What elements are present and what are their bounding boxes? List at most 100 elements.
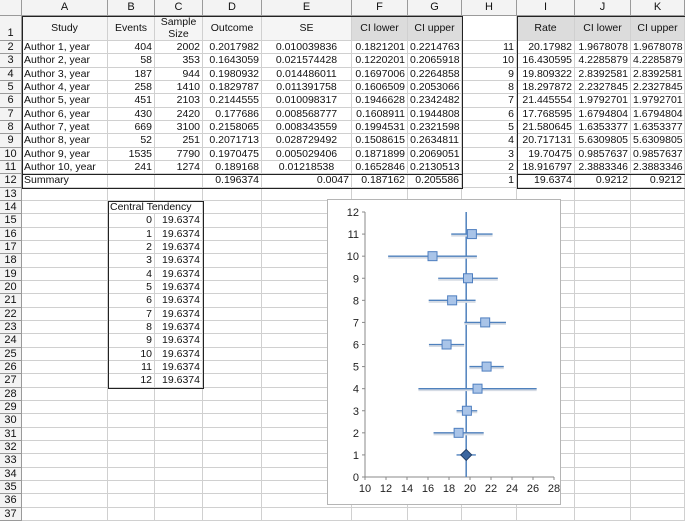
- cell-k9[interactable]: 5.6309805: [631, 134, 685, 148]
- cell-k32[interactable]: [631, 440, 685, 455]
- cell-k14[interactable]: [631, 200, 685, 215]
- cell-i12[interactable]: 19.6374: [517, 174, 575, 188]
- cell-h10[interactable]: 3: [462, 147, 517, 161]
- cell-f10[interactable]: 0.1871899: [352, 147, 408, 161]
- cell-b28[interactable]: [108, 387, 155, 401]
- cell-f9[interactable]: 0.1508615: [352, 134, 408, 148]
- cell-j35[interactable]: [575, 480, 631, 495]
- row-header-11[interactable]: 11: [0, 160, 22, 175]
- cell-j7[interactable]: 1.6794804: [575, 107, 631, 121]
- cell-k3[interactable]: 4.2285879: [631, 54, 685, 68]
- cell-c5[interactable]: 1410: [155, 80, 203, 95]
- cell-a27[interactable]: [22, 374, 108, 388]
- cell-g6[interactable]: 0.2342482: [408, 94, 462, 108]
- header-f[interactable]: CI lower: [352, 16, 408, 41]
- row-header-17[interactable]: 17: [0, 240, 22, 255]
- cell-e3[interactable]: 0.021574428: [262, 54, 352, 68]
- cell-j5[interactable]: 2.2327845: [575, 80, 631, 95]
- row-header-16[interactable]: 16: [0, 227, 22, 241]
- cell-d4[interactable]: 0.1980932: [203, 67, 262, 81]
- cell-h5[interactable]: 8: [462, 80, 517, 95]
- cell-e7[interactable]: 0.008568777: [262, 107, 352, 121]
- cell-k10[interactable]: 0.9857637: [631, 147, 685, 161]
- cell-f7[interactable]: 0.1608911: [352, 107, 408, 121]
- cell-a35[interactable]: [22, 480, 108, 495]
- cell-k33[interactable]: [631, 454, 685, 468]
- cell-a36[interactable]: [22, 494, 108, 508]
- row-header-24[interactable]: 24: [0, 334, 22, 348]
- cell-a16[interactable]: [22, 227, 108, 241]
- central-tendency-label[interactable]: Central Tendency: [108, 201, 192, 215]
- cell-j18[interactable]: [575, 254, 631, 268]
- header-a[interactable]: Study: [22, 16, 108, 41]
- cell-k20[interactable]: [631, 280, 685, 295]
- cell-e5[interactable]: 0.011391758: [262, 80, 352, 95]
- forest-plot-chart[interactable]: 0 1 2 3 4 5 6 7 8 9 10 11 12 10 12 14 16 18 20 22 24 26 28: [327, 199, 561, 505]
- header-e[interactable]: SE: [262, 16, 352, 41]
- cell-i5[interactable]: 18.297872: [517, 80, 575, 95]
- column-header-e[interactable]: E: [262, 0, 352, 16]
- header-d[interactable]: Outcome: [203, 16, 262, 41]
- header-k[interactable]: CI upper: [631, 16, 685, 41]
- cell-k37[interactable]: [631, 507, 685, 521]
- cell-a30[interactable]: [22, 414, 108, 428]
- row-header-8[interactable]: 8: [0, 120, 22, 135]
- cell-k8[interactable]: 1.6353377: [631, 120, 685, 135]
- cell-d22[interactable]: [203, 307, 262, 321]
- cell-f6[interactable]: 0.1946628: [352, 94, 408, 108]
- cell-c13[interactable]: [155, 187, 203, 201]
- header-j[interactable]: CI lower: [575, 16, 631, 41]
- central-tendency-y[interactable]: 5: [108, 280, 155, 295]
- central-tendency-y[interactable]: 3: [108, 254, 155, 268]
- central-tendency-x[interactable]: 19.6374: [155, 267, 203, 281]
- central-tendency-y[interactable]: 8: [108, 320, 155, 335]
- cell-d33[interactable]: [203, 454, 262, 468]
- cell-k25[interactable]: [631, 347, 685, 361]
- row-header-37[interactable]: 37: [0, 507, 22, 521]
- cell-k24[interactable]: [631, 334, 685, 348]
- cell-j22[interactable]: [575, 307, 631, 321]
- cell-i10[interactable]: 19.70475: [517, 147, 575, 161]
- row-header-27[interactable]: 27: [0, 374, 22, 388]
- cell-d26[interactable]: [203, 360, 262, 375]
- cell-h6[interactable]: 7: [462, 94, 517, 108]
- cell-g8[interactable]: 0.2321598: [408, 120, 462, 135]
- cell-k27[interactable]: [631, 374, 685, 388]
- central-tendency-x[interactable]: 19.6374: [155, 214, 203, 228]
- row-header-34[interactable]: 34: [0, 467, 22, 481]
- cell-h8[interactable]: 5: [462, 120, 517, 135]
- cell-g4[interactable]: 0.2264858: [408, 67, 462, 81]
- cell-d23[interactable]: [203, 320, 262, 335]
- cell-b8[interactable]: 669: [108, 120, 155, 135]
- header-i[interactable]: Rate: [517, 16, 575, 41]
- cell-k34[interactable]: [631, 467, 685, 481]
- cell-b3[interactable]: 58: [108, 54, 155, 68]
- cell-i3[interactable]: 16.430595: [517, 54, 575, 68]
- cell-i6[interactable]: 21.445554: [517, 94, 575, 108]
- cell-d9[interactable]: 0.2071713: [203, 134, 262, 148]
- cell-j6[interactable]: 1.9792701: [575, 94, 631, 108]
- cell-g9[interactable]: 0.2634811: [408, 134, 462, 148]
- row-header-10[interactable]: 10: [0, 147, 22, 161]
- cell-b11[interactable]: 241: [108, 160, 155, 175]
- row-header-19[interactable]: 19: [0, 267, 22, 281]
- row-header-6[interactable]: 6: [0, 94, 22, 108]
- central-tendency-y[interactable]: 11: [108, 360, 155, 375]
- cell-e9[interactable]: 0.028729492: [262, 134, 352, 148]
- central-tendency-y[interactable]: 10: [108, 347, 155, 361]
- cell-a34[interactable]: [22, 467, 108, 481]
- cell-c31[interactable]: [155, 427, 203, 441]
- central-tendency-x[interactable]: 19.6374: [155, 347, 203, 361]
- cell-j34[interactable]: [575, 467, 631, 481]
- header-h[interactable]: [462, 16, 517, 41]
- cell-i11[interactable]: 18.916797: [517, 160, 575, 175]
- cell-d36[interactable]: [203, 494, 262, 508]
- cell-k17[interactable]: [631, 240, 685, 255]
- cell-j24[interactable]: [575, 334, 631, 348]
- central-tendency-x[interactable]: 19.6374: [155, 280, 203, 295]
- row-header-26[interactable]: 26: [0, 360, 22, 375]
- header-c[interactable]: Sample Size: [155, 16, 203, 41]
- cell-d24[interactable]: [203, 334, 262, 348]
- cell-a4[interactable]: Author 3, year: [22, 67, 108, 81]
- cell-k11[interactable]: 2.3883346: [631, 160, 685, 175]
